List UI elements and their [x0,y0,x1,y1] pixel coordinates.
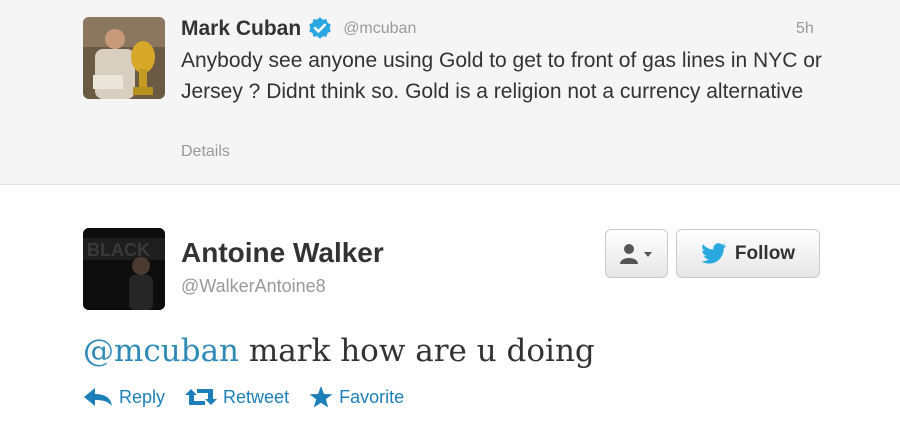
reply-label: Reply [119,386,166,407]
favorite-button[interactable]: Favorite [309,386,404,408]
user-actions-dropdown[interactable] [605,229,668,278]
avatar[interactable] [83,17,165,99]
retweet-label: Retweet [223,386,290,407]
avatar[interactable]: BLACK [83,228,165,310]
author-handle[interactable]: @WalkerAntoine8 [181,276,326,297]
retweet-button[interactable]: Retweet [185,387,289,408]
verified-icon [309,17,332,39]
tweet-text: @mcuban mark how are u doing [83,333,595,369]
tweet-actions: Reply Retweet Favorite [83,382,424,412]
mention-link[interactable]: @mcuban [83,333,239,369]
reply-button[interactable]: Reply [83,387,165,408]
favorite-label: Favorite [339,386,405,407]
reply-author-name[interactable]: Mark Cuban [181,17,301,41]
author-name[interactable]: Antoine Walker [181,237,384,269]
reply-author-row: Mark Cuban @mcuban [181,12,416,46]
star-icon [309,386,333,408]
follow-button[interactable]: Follow [676,229,820,278]
details-link[interactable]: Details [181,143,230,161]
reply-author-handle[interactable]: @mcuban [343,20,416,38]
tweet-timestamp[interactable]: 5h [796,20,814,38]
reply-icon [84,388,112,406]
person-icon [619,243,652,264]
tweet-body: mark how are u doing [239,333,595,369]
reply-context-tweet: Mark Cuban @mcuban 5h Anybody see anyone… [0,0,900,185]
follow-label: Follow [734,242,796,264]
reply-tweet-text: Anybody see anyone using Gold to get to … [181,49,822,103]
twitter-bird-icon [701,242,727,264]
retweet-icon [185,389,218,405]
svg-text:BLACK: BLACK [87,240,150,260]
